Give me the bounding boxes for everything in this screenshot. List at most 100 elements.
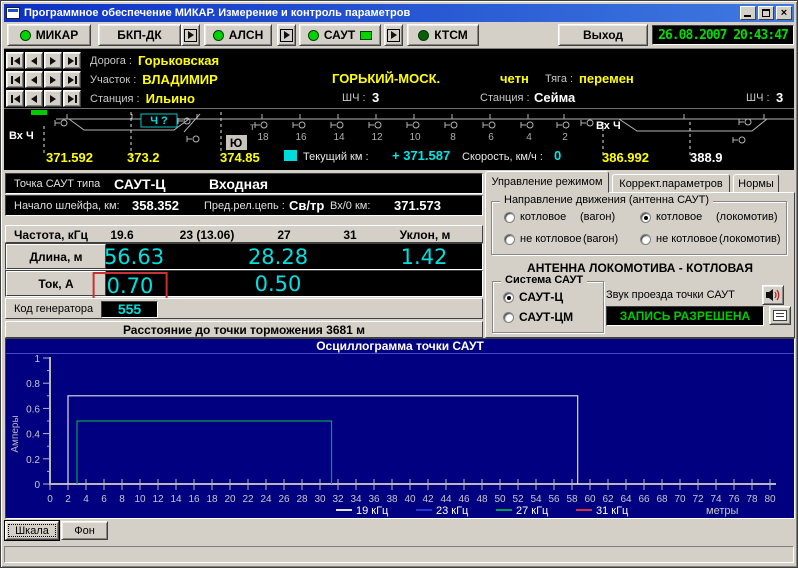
- maximize-icon: [762, 9, 770, 17]
- saut-expand-button[interactable]: [384, 24, 403, 46]
- section-last-button[interactable]: [63, 71, 81, 88]
- bkp-dk-expand-button[interactable]: [181, 24, 200, 46]
- svg-text:80: 80: [764, 494, 776, 505]
- station-next-button[interactable]: [44, 90, 62, 107]
- radio-non-boiler-locomotive[interactable]: не котловое (локомотив): [640, 233, 781, 245]
- radio-boiler-wagon[interactable]: котловое (вагон): [504, 211, 615, 223]
- close-icon: ×: [777, 7, 791, 19]
- svg-text:54: 54: [530, 494, 542, 505]
- length-19-value: 56.63: [104, 245, 164, 269]
- svg-text:14: 14: [333, 132, 345, 143]
- svg-text:Амперы: Амперы: [10, 415, 21, 452]
- svg-text:18: 18: [206, 494, 218, 505]
- radio-saut-c[interactable]: САУТ-Ц: [503, 290, 563, 304]
- length-27-value: 28.28: [248, 245, 308, 269]
- loop-start-label: Начало шлейфа, км:: [14, 200, 120, 212]
- shch-left-label: ШЧ :: [342, 92, 366, 104]
- svg-text:Ю: Ю: [230, 136, 242, 150]
- svg-text:24: 24: [260, 494, 272, 505]
- svg-text:27 кГц: 27 кГц: [516, 505, 549, 517]
- svg-text:0.8: 0.8: [26, 379, 40, 390]
- title-bar: Программное обеспечение МИКАР. Измерение…: [4, 4, 794, 22]
- svg-text:22: 22: [242, 494, 254, 505]
- road-first-button[interactable]: [6, 52, 24, 69]
- svg-text:0.2: 0.2: [26, 455, 40, 466]
- road-last-button[interactable]: [63, 52, 81, 69]
- saut-system-label: Система САУТ: [501, 274, 587, 286]
- sound-toggle-button[interactable]: [762, 285, 784, 305]
- maximize-button[interactable]: [758, 6, 774, 20]
- svg-text:76: 76: [728, 494, 740, 505]
- svg-text:40: 40: [404, 494, 416, 505]
- vh0-label: Вх/0 км:: [330, 200, 370, 212]
- bkp-dk-label: БКП-ДК: [117, 28, 161, 42]
- radio-icon: [503, 312, 514, 323]
- svg-text:31 кГц: 31 кГц: [596, 505, 629, 517]
- ktsm-button[interactable]: КТСМ: [407, 24, 479, 46]
- radio-saut-cm[interactable]: САУТ-ЦМ: [503, 310, 573, 324]
- traction-label: Тяга :: [545, 73, 573, 85]
- section-prev-button[interactable]: [25, 71, 43, 88]
- app-window: Программное обеспечение МИКАР. Измерение…: [0, 0, 798, 568]
- station-right-value: Сейма: [534, 90, 575, 105]
- exit-button[interactable]: Выход: [558, 24, 648, 46]
- road-next-button[interactable]: [44, 52, 62, 69]
- svg-text:30: 30: [314, 494, 326, 505]
- ktsm-led-icon: [418, 30, 429, 41]
- station-prev-button[interactable]: [25, 90, 43, 107]
- minimize-button[interactable]: [740, 6, 756, 20]
- direction-groupbox: Направление движения (антенна САУТ) котл…: [491, 201, 787, 255]
- svg-text:4: 4: [526, 132, 532, 143]
- slope-value: 1.42: [401, 245, 448, 269]
- alsn-button[interactable]: АЛСН: [204, 24, 272, 46]
- bkp-dk-button[interactable]: БКП-ДК: [98, 24, 181, 46]
- alsn-expand-button[interactable]: [277, 24, 296, 46]
- svg-text:18: 18: [257, 132, 269, 143]
- svg-text:2: 2: [65, 494, 71, 505]
- rel-circuit-value: Св/тр: [289, 198, 324, 213]
- brake-distance-bar: Расстояние до точки торможения 3681 м: [5, 321, 483, 338]
- section-next-button[interactable]: [44, 71, 62, 88]
- saut-button[interactable]: САУТ: [299, 24, 381, 46]
- svg-text:388.9: 388.9: [690, 150, 723, 165]
- svg-text:50: 50: [494, 494, 506, 505]
- station-first-button[interactable]: [6, 90, 24, 107]
- scale-button[interactable]: Шкала: [5, 521, 59, 540]
- radio-icon: [504, 212, 515, 223]
- record-log-button[interactable]: [769, 306, 791, 325]
- mikar-led-icon: [20, 30, 31, 41]
- length-row: Длина, м 56.63 28.28 1.42: [5, 243, 483, 270]
- background-button[interactable]: Фон: [61, 521, 108, 540]
- tab-mode-control[interactable]: Управление режимом: [485, 171, 609, 193]
- svg-text:20: 20: [224, 494, 236, 505]
- svg-text:32: 32: [332, 494, 344, 505]
- control-panel: Управление режимом Коррект.параметров Но…: [485, 171, 795, 338]
- svg-text:66: 66: [638, 494, 650, 505]
- app-icon: [6, 7, 20, 19]
- radio-non-boiler-wagon[interactable]: не котловое (вагон): [504, 233, 618, 245]
- oscillogram-chart: 00.20.40.60.8102468101214161820222426283…: [6, 354, 792, 517]
- svg-text:0.6: 0.6: [26, 404, 40, 415]
- svg-text:374.85: 374.85: [220, 150, 260, 165]
- current-19-value: 0.70: [93, 272, 168, 300]
- svg-text:62: 62: [602, 494, 614, 505]
- chart-title: Осциллограмма точки САУТ: [6, 339, 794, 354]
- tab-param-correction[interactable]: Коррект.параметров: [612, 174, 730, 193]
- length-label: Длина, м: [6, 244, 106, 269]
- road-value: Горьковская: [138, 53, 219, 68]
- svg-text:46: 46: [458, 494, 470, 505]
- radio-boiler-locomotive[interactable]: котловое (локомотив): [640, 211, 778, 223]
- mikar-button[interactable]: МИКАР: [7, 24, 91, 46]
- station-nav-row: Станция : Ильино: [6, 89, 195, 108]
- svg-text:14: 14: [170, 494, 182, 505]
- tab-norms[interactable]: Нормы: [733, 174, 779, 193]
- road-prev-button[interactable]: [25, 52, 43, 69]
- close-button[interactable]: ×: [776, 6, 792, 20]
- station-last-button[interactable]: [63, 90, 81, 107]
- svg-text:0: 0: [554, 148, 561, 163]
- section-first-button[interactable]: [6, 71, 24, 88]
- radio-icon: [640, 212, 651, 223]
- svg-text:44: 44: [440, 494, 452, 505]
- loop-start-value: 358.352: [132, 198, 179, 213]
- generator-code-value: 555: [101, 301, 158, 318]
